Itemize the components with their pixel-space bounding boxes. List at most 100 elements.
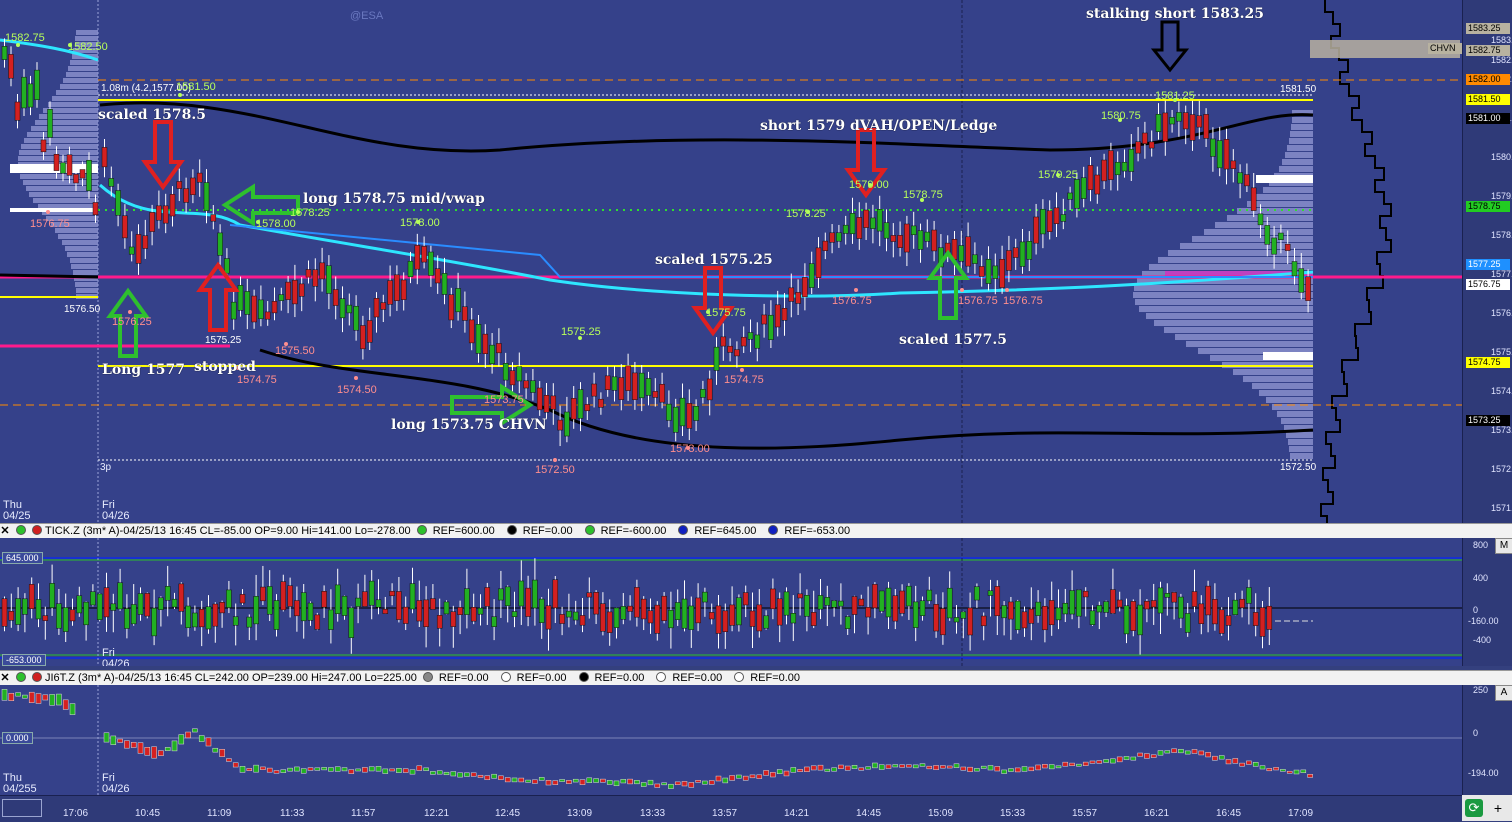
candle (523, 380, 529, 389)
candle (251, 295, 257, 323)
time-axis-tick: 16:45 (1216, 808, 1242, 819)
ji-candle (749, 774, 756, 779)
candle (625, 365, 631, 391)
tick-candle (341, 595, 348, 616)
profile-bar (63, 78, 98, 83)
maximize-button[interactable]: M (1495, 538, 1512, 554)
ji-candle (443, 771, 450, 776)
profile-bar (31, 126, 98, 131)
time-axis-tick: 11:09 (207, 808, 232, 819)
ji-candle (348, 769, 355, 774)
ref-dot-icon (584, 525, 595, 535)
candle (543, 394, 550, 413)
candle (666, 403, 672, 421)
tick-candle (1, 598, 8, 627)
bottom-right-controls: ⟳ + (1462, 795, 1512, 821)
tick-candle (674, 602, 681, 620)
ji-candle (858, 767, 865, 771)
profile-bar (75, 282, 98, 287)
ji-candle (498, 775, 504, 780)
ji-level-mid[interactable]: 0.000 (2, 732, 33, 744)
tick-candle (912, 601, 919, 628)
candle (1074, 179, 1080, 209)
tick-candle (532, 579, 538, 609)
close-ji-pane-button[interactable]: ✕ (0, 671, 10, 686)
price-label: 1574.75 (724, 374, 764, 386)
ji-candle (1089, 760, 1096, 764)
candle (706, 378, 713, 401)
ji-candle (56, 693, 62, 706)
candle (387, 280, 393, 305)
ji-axis-tick: 0 (1473, 728, 1479, 738)
tick-candle (450, 611, 457, 627)
tick-candle (15, 598, 21, 625)
ji-candle (559, 779, 565, 782)
tick-candle (171, 598, 178, 608)
time-axis-tick: 17:06 (63, 808, 89, 819)
scroll-thumb[interactable] (2, 799, 42, 817)
zoom-in-button[interactable]: + (1489, 799, 1507, 817)
ji-candle (770, 772, 776, 778)
tick-axis[interactable]: 800 400 0 -400 -160.00 (1462, 538, 1512, 666)
tick-candle (1096, 605, 1103, 613)
ref-dot-icon (506, 525, 517, 535)
ref-dot-icon (656, 672, 667, 682)
ji-candle (566, 780, 572, 784)
profile-bar (56, 90, 98, 95)
candle (224, 258, 230, 274)
tick-candle (22, 598, 28, 615)
ji-candle (783, 770, 790, 777)
ji-candle (328, 767, 334, 772)
tick-candle (498, 588, 504, 601)
ref-text: REF=0.00 (522, 525, 573, 537)
ji-candle (661, 782, 667, 786)
profile-bar (33, 198, 98, 203)
profile-bar (24, 138, 98, 143)
close-tick-pane-button[interactable]: ✕ (0, 524, 10, 539)
profile-white (1256, 175, 1313, 183)
tick-indicator-pane[interactable]: 645.000 -653.000 Fri 04/26 (0, 538, 1462, 666)
candle (672, 406, 679, 433)
price-chart-pane[interactable]: @ESA 1.08m (4.2,1577.00) stalking short … (0, 0, 1462, 523)
tick-candle (967, 607, 973, 636)
profile-bar (1277, 411, 1313, 417)
ji-candle (532, 779, 538, 784)
time-axis[interactable]: 17:06 10:45 11:09 11:33 11:57 12:21 12:45 13:09… (0, 795, 1462, 822)
ji-indicator-pane[interactable]: 0.000 Thu 04/255 Fri 04/26 (0, 685, 1462, 795)
price-label: 1574.50 (337, 384, 377, 396)
candle (441, 273, 448, 295)
price-axis-tick: 1576.00 (1491, 308, 1512, 318)
ji-candle (307, 767, 314, 771)
tick-candle (504, 586, 511, 607)
time-axis-tick: 10:45 (135, 808, 161, 819)
tick-level-top[interactable]: 645.000 (2, 552, 43, 564)
price-label: 1573.00 (670, 443, 710, 455)
ji-candle (1042, 764, 1048, 769)
ji-candle (1110, 758, 1116, 764)
candle (536, 387, 543, 411)
ji-candle (919, 763, 926, 767)
profile-bar (1134, 285, 1313, 291)
ref-text: REF=645.00 (694, 525, 757, 537)
tick-candle (402, 606, 409, 624)
ji-candle (1035, 764, 1041, 771)
ji-candle (69, 703, 76, 715)
tick-level-bottom[interactable]: -653.000 (2, 654, 46, 666)
time-axis-tick: 15:33 (1000, 808, 1026, 819)
tick-candle (620, 606, 627, 620)
ji-candle (1082, 761, 1089, 766)
candle (747, 332, 754, 340)
time-axis-tick: 14:45 (856, 808, 882, 819)
tick-candle (1150, 600, 1157, 608)
refresh-icon[interactable]: ⟳ (1465, 799, 1483, 817)
tick-candle (28, 584, 35, 609)
ji-axis[interactable]: 250 0 -194.00 (1462, 685, 1512, 795)
tick-candle (409, 583, 416, 610)
ji-candle (402, 768, 409, 773)
tick-candle (940, 608, 946, 636)
tick-candle (375, 599, 382, 608)
auto-scale-button[interactable]: A (1495, 685, 1512, 701)
candle (34, 69, 40, 100)
candle (27, 83, 34, 108)
price-label: 1576.75 (832, 295, 872, 307)
